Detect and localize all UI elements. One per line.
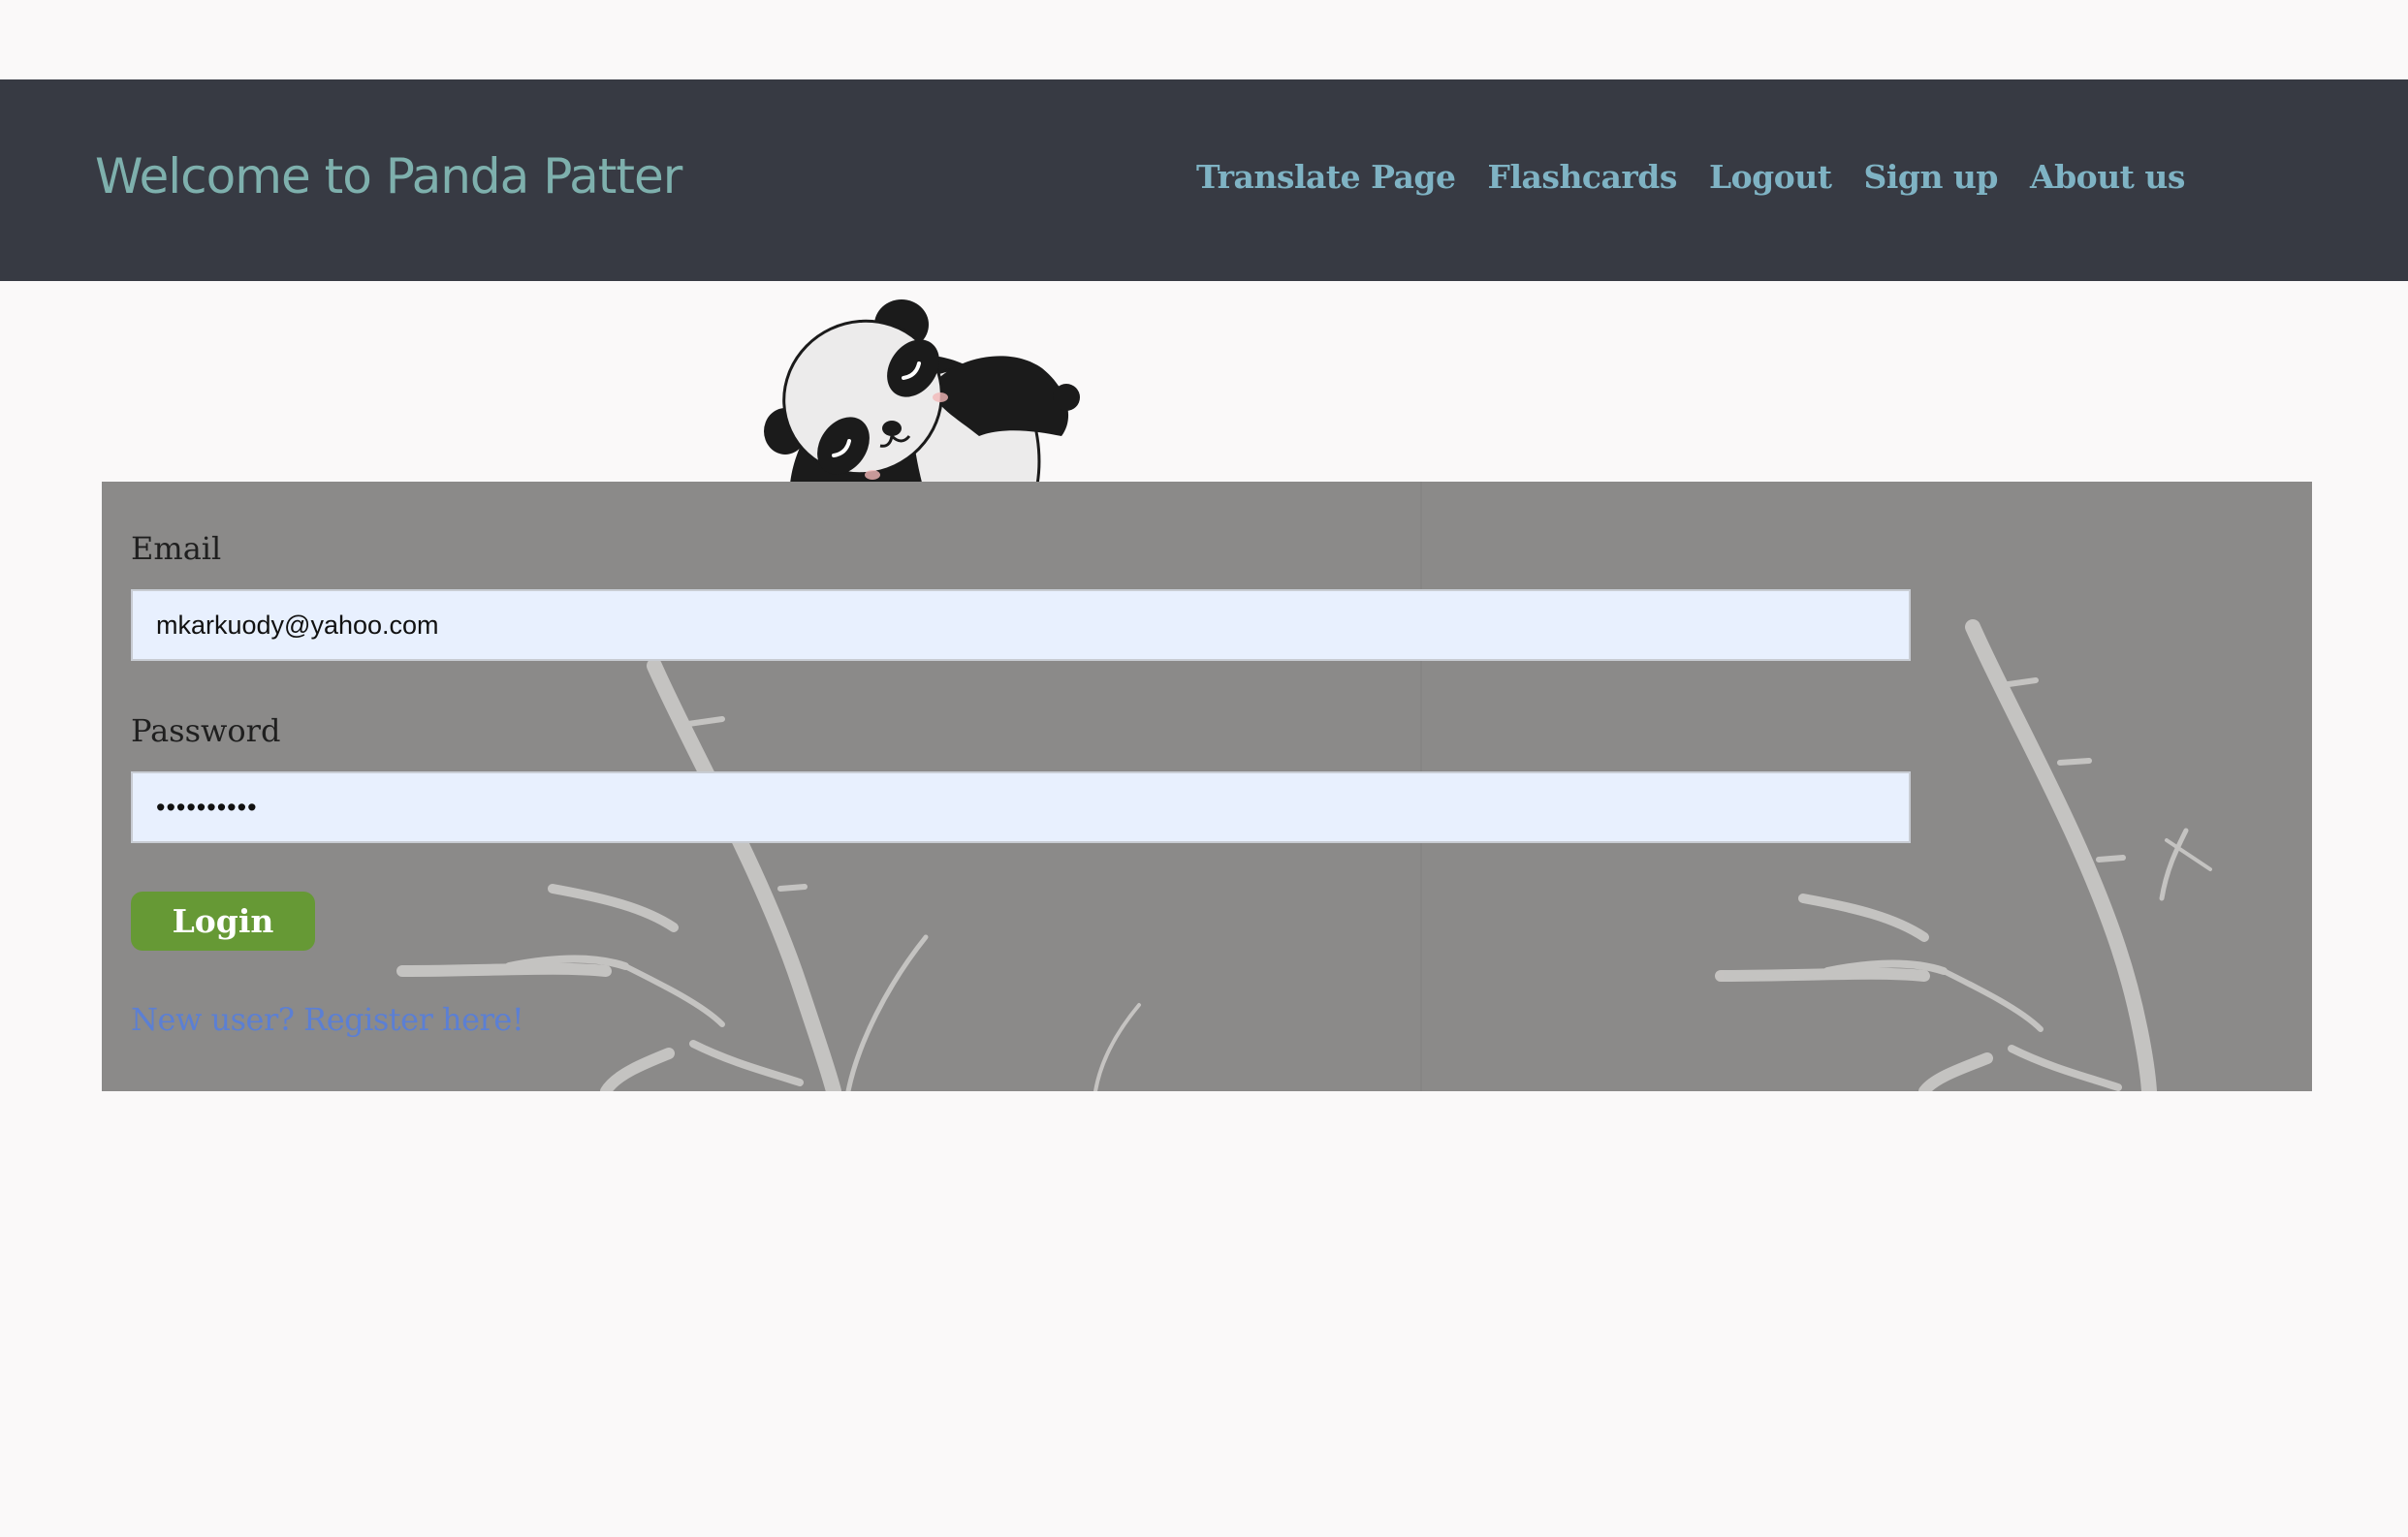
email-input[interactable]: [131, 589, 1911, 661]
password-input[interactable]: [131, 771, 1911, 843]
nav-link-translate-page[interactable]: Translate Page: [1196, 158, 1456, 196]
login-panel: Email Password Login New user? Register …: [102, 482, 2312, 1091]
site-title: Welcome to Panda Patter: [95, 148, 682, 204]
register-link[interactable]: New user? Register here!: [131, 1001, 524, 1038]
password-label: Password: [131, 712, 281, 749]
nav-link-sign-up[interactable]: Sign up: [1864, 158, 1999, 196]
sleeping-panda-icon: [764, 299, 1080, 485]
main-nav: Translate Page Flashcards Logout Sign up…: [1196, 158, 2186, 196]
login-button[interactable]: Login: [131, 892, 315, 951]
nav-link-about-us[interactable]: About us: [2030, 158, 2186, 196]
email-label: Email: [131, 530, 222, 567]
nav-link-logout[interactable]: Logout: [1709, 158, 1832, 196]
nav-link-flashcards[interactable]: Flashcards: [1488, 158, 1678, 196]
